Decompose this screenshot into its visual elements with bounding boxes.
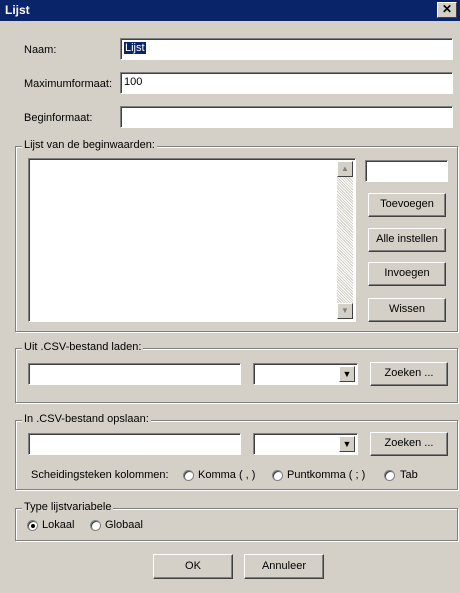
naam-value: Lijst xyxy=(124,42,146,54)
cancel-button-label: Annuleer xyxy=(261,560,307,572)
csv-save-file-input[interactable] xyxy=(28,433,241,455)
chevron-down-icon: ▼ xyxy=(342,439,352,449)
csv-save-dropdown-button[interactable]: ▼ xyxy=(339,436,355,452)
value-entry-input[interactable] xyxy=(365,160,448,182)
scroll-up-icon: ▲ xyxy=(341,164,349,173)
list-type-globaal-label: Globaal xyxy=(105,519,143,531)
scroll-up-button[interactable]: ▲ xyxy=(337,161,353,177)
separator-komma-label: Komma ( , ) xyxy=(198,469,256,481)
separator-tab-label: Tab xyxy=(400,469,418,481)
csv-load-file-input[interactable] xyxy=(28,363,241,385)
beginformaat-label: Beginformaat: xyxy=(24,112,93,124)
add-button-label: Toevoegen xyxy=(380,198,434,210)
csv-load-browse-button[interactable]: Zoeken ... xyxy=(370,362,448,386)
values-group-title: Lijst van de beginwaarden: xyxy=(22,139,157,151)
scroll-down-icon: ▼ xyxy=(341,306,349,315)
csv-load-title: Uit .CSV-bestand laden: xyxy=(22,341,144,353)
scroll-down-button[interactable]: ▼ xyxy=(337,303,353,319)
clear-button[interactable]: Wissen xyxy=(368,298,446,322)
clear-button-label: Wissen xyxy=(388,303,426,315)
csv-save-title: In .CSV-bestand opslaan: xyxy=(22,413,151,425)
list-type-radio-globaal[interactable] xyxy=(90,520,101,531)
radio-selected-dot xyxy=(31,524,35,528)
values-scrollbar[interactable] xyxy=(337,161,353,319)
maxformaat-value: 100 xyxy=(124,76,143,88)
naam-input[interactable]: Lijst xyxy=(120,38,453,60)
insert-button[interactable]: Invoegen xyxy=(368,262,446,286)
maxformaat-input[interactable]: 100 xyxy=(120,72,453,94)
insert-button-label: Invoegen xyxy=(384,267,430,279)
add-button[interactable]: Toevoegen xyxy=(368,193,446,217)
csv-save-browse-button[interactable]: Zoeken ... xyxy=(370,432,448,456)
values-listbox[interactable] xyxy=(28,158,356,322)
chevron-down-icon: ▼ xyxy=(342,369,352,379)
maxformaat-label: Maximumformaat: xyxy=(24,78,113,90)
list-type-title: Type lijstvariabele xyxy=(22,501,114,513)
ok-button-label: OK xyxy=(185,560,201,572)
csv-save-browse-label: Zoeken ... xyxy=(384,437,434,449)
window-title: Lijst xyxy=(5,3,30,17)
set-all-button[interactable]: Alle instellen xyxy=(368,228,446,252)
separator-radio-tab[interactable] xyxy=(384,470,395,481)
csv-load-dropdown-button[interactable]: ▼ xyxy=(339,366,355,382)
separator-radio-puntkomma[interactable] xyxy=(272,470,283,481)
naam-label: Naam: xyxy=(24,44,57,56)
close-icon: ✕ xyxy=(441,2,453,16)
csv-load-browse-label: Zoeken ... xyxy=(384,367,434,379)
list-type-lokaal-label: Lokaal xyxy=(42,519,75,531)
cancel-button[interactable]: Annuleer xyxy=(244,554,324,579)
title-bar xyxy=(0,0,460,21)
separator-puntkomma-label: Puntkomma ( ; ) xyxy=(287,469,366,481)
close-button[interactable]: ✕ xyxy=(437,2,457,18)
separator-radio-komma[interactable] xyxy=(183,470,194,481)
beginformaat-input[interactable] xyxy=(120,106,453,128)
list-type-radio-lokaal[interactable] xyxy=(27,520,38,531)
ok-button[interactable]: OK xyxy=(153,554,233,579)
set-all-button-label: Alle instellen xyxy=(376,233,438,245)
separator-label: Scheidingsteken kolommen: xyxy=(31,469,169,481)
